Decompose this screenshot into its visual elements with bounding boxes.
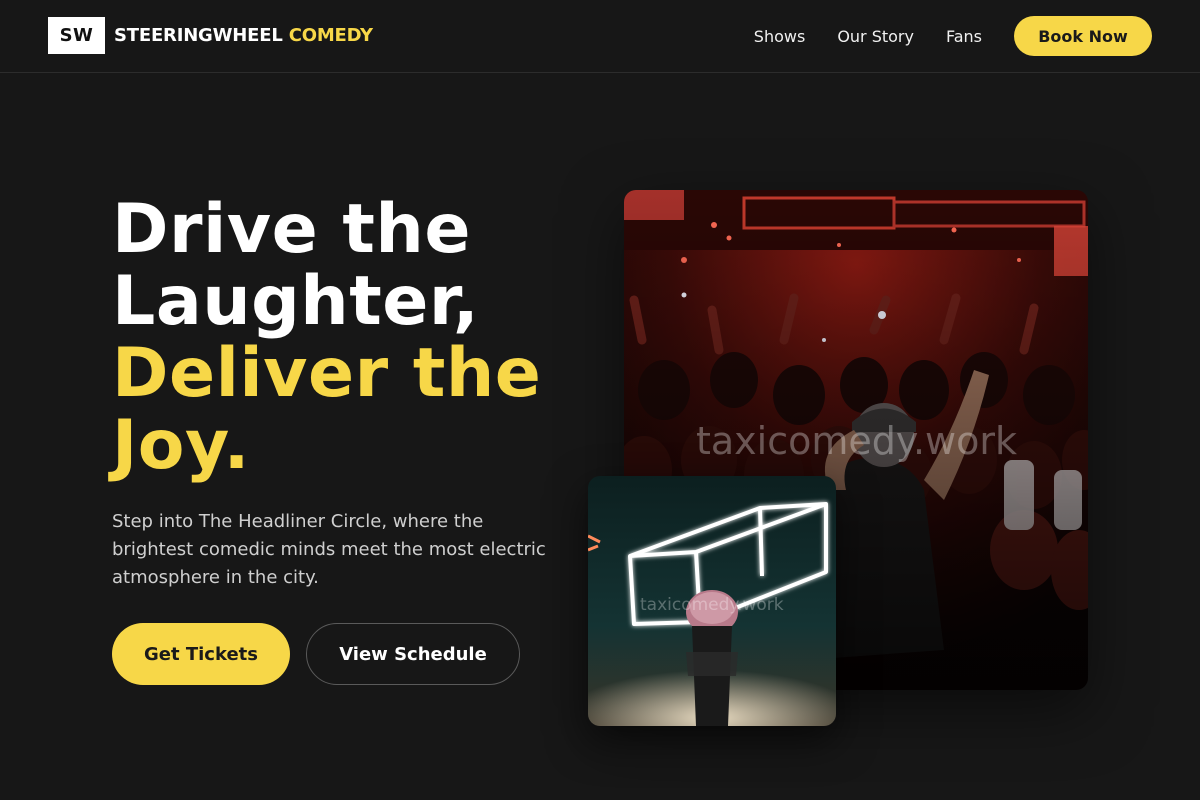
- nav-link-shows[interactable]: Shows: [754, 27, 806, 46]
- hero-subtitle: Step into The Headliner Circle, where th…: [112, 511, 546, 588]
- get-tickets-button[interactable]: Get Tickets: [112, 623, 290, 685]
- hero-title-line-3: Deliver the: [112, 334, 542, 413]
- hero-title-line-4: Joy.: [112, 406, 250, 485]
- logo-mark: SW: [48, 17, 105, 54]
- hero-title-line-2: Laughter,: [112, 262, 480, 341]
- brand-logo[interactable]: SW STEERINGWHEEL COMEDY: [48, 17, 373, 54]
- book-now-button[interactable]: Book Now: [1014, 16, 1152, 56]
- main-nav: Shows Our Story Fans Book Now: [754, 16, 1152, 56]
- microphone-photo-watermark: taxicomedy.work: [640, 595, 784, 615]
- hero-title: Drive the Laughter, Deliver the Joy.: [112, 194, 592, 482]
- view-schedule-button[interactable]: View Schedule: [306, 623, 520, 685]
- site-header: SW STEERINGWHEEL COMEDY Shows Our Story …: [0, 0, 1200, 73]
- hero-title-line-1: Drive the: [112, 190, 471, 269]
- brand-name-primary: STEERINGWHEEL: [114, 25, 283, 46]
- microphone-photo-illustration: taxicomedy.work: [588, 476, 836, 726]
- nav-link-fans[interactable]: Fans: [946, 27, 982, 46]
- nav-link-our-story[interactable]: Our Story: [837, 27, 914, 46]
- microphone-photo: taxicomedy.work: [588, 476, 836, 726]
- brand-name-accent: COMEDY: [288, 25, 373, 46]
- brand-name: STEERINGWHEEL COMEDY: [114, 25, 373, 46]
- crowd-photo-watermark: taxicomedy.work: [696, 419, 1017, 463]
